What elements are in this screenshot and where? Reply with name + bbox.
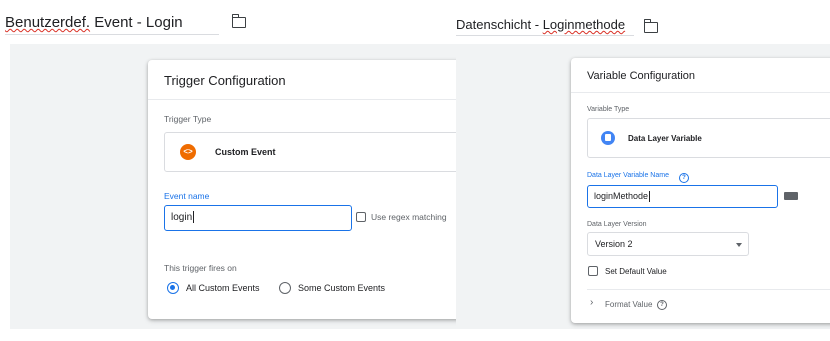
regex-label: Use regex matching	[371, 212, 447, 222]
card-title: Variable Configuration	[587, 70, 696, 82]
trigger-panel: Benutzerdef. Event - Login Trigger Confi…	[0, 0, 456, 341]
card-divider	[571, 92, 830, 93]
trigger-type-value: Custom Event	[215, 147, 276, 157]
custom-event-icon: <>	[180, 144, 196, 160]
data-layer-icon	[601, 131, 615, 145]
variable-type-value: Data Layer Variable	[628, 134, 702, 143]
variable-configuration-card: Variable Configuration Variable Type Dat…	[571, 58, 830, 323]
variable-header: Datenschicht - Loginmethode	[456, 0, 830, 44]
variable-type-label: Variable Type	[587, 106, 630, 113]
variable-panel: Datenschicht - Loginmethode Variable Con…	[456, 0, 830, 341]
dlv-name-label: Data Layer Variable Name	[587, 172, 669, 179]
default-value-label: Set Default Value	[605, 267, 667, 276]
version-select[interactable]: Version 2	[587, 232, 749, 256]
radio-all-custom-events[interactable]	[167, 282, 179, 294]
help-icon[interactable]: ?	[657, 300, 667, 310]
event-name-input[interactable]: login	[164, 205, 352, 231]
trigger-name-rest: Event - Login	[90, 14, 183, 31]
card-divider	[587, 289, 830, 290]
chevron-right-icon[interactable]: ›	[590, 297, 593, 308]
card-title: Trigger Configuration	[164, 73, 286, 88]
radio-all-label: All Custom Events	[186, 283, 260, 293]
trigger-name-prefix: Benutzerdef.	[5, 14, 91, 31]
text-caret	[193, 211, 195, 224]
variable-name-rest: Loginmethode	[542, 17, 626, 32]
dlv-name-input[interactable]: loginMethode	[587, 185, 778, 208]
folder-icon[interactable]	[231, 14, 246, 28]
version-label: Data Layer Version	[587, 221, 647, 228]
event-name-label: Event name	[164, 191, 210, 201]
trigger-header: Benutzerdef. Event - Login	[0, 0, 456, 44]
variable-name-field[interactable]: Datenschicht - Loginmethode	[456, 17, 634, 36]
variable-picker-icon[interactable]	[781, 188, 801, 204]
variable-type-selector[interactable]: Data Layer Variable	[587, 118, 830, 158]
folder-icon[interactable]	[643, 19, 658, 33]
dlv-name-value: loginMethode	[594, 191, 649, 201]
trigger-type-label: Trigger Type	[164, 114, 212, 124]
regex-checkbox[interactable]	[356, 212, 366, 222]
dlv-name-label-text: Data Layer Variable Name	[587, 172, 669, 179]
help-icon[interactable]: ?	[679, 173, 689, 183]
trigger-configuration-card: Trigger Configuration Trigger Type <> Cu…	[148, 60, 456, 319]
card-divider	[148, 99, 456, 100]
text-caret	[649, 191, 651, 203]
default-value-checkbox[interactable]	[588, 266, 598, 276]
trigger-name-field[interactable]: Benutzerdef. Event - Login	[5, 14, 219, 35]
radio-some-label: Some Custom Events	[298, 283, 386, 293]
format-value-label[interactable]: Format Value	[605, 300, 652, 309]
variable-name-prefix: Datenschicht -	[456, 17, 543, 32]
version-value: Version 2	[595, 239, 633, 249]
radio-some-custom-events[interactable]	[279, 282, 291, 294]
fires-on-label: This trigger fires on	[164, 263, 237, 273]
event-name-value: login	[171, 212, 193, 223]
trigger-type-selector[interactable]: <> Custom Event	[164, 132, 456, 172]
dropdown-arrow-icon	[736, 243, 742, 247]
